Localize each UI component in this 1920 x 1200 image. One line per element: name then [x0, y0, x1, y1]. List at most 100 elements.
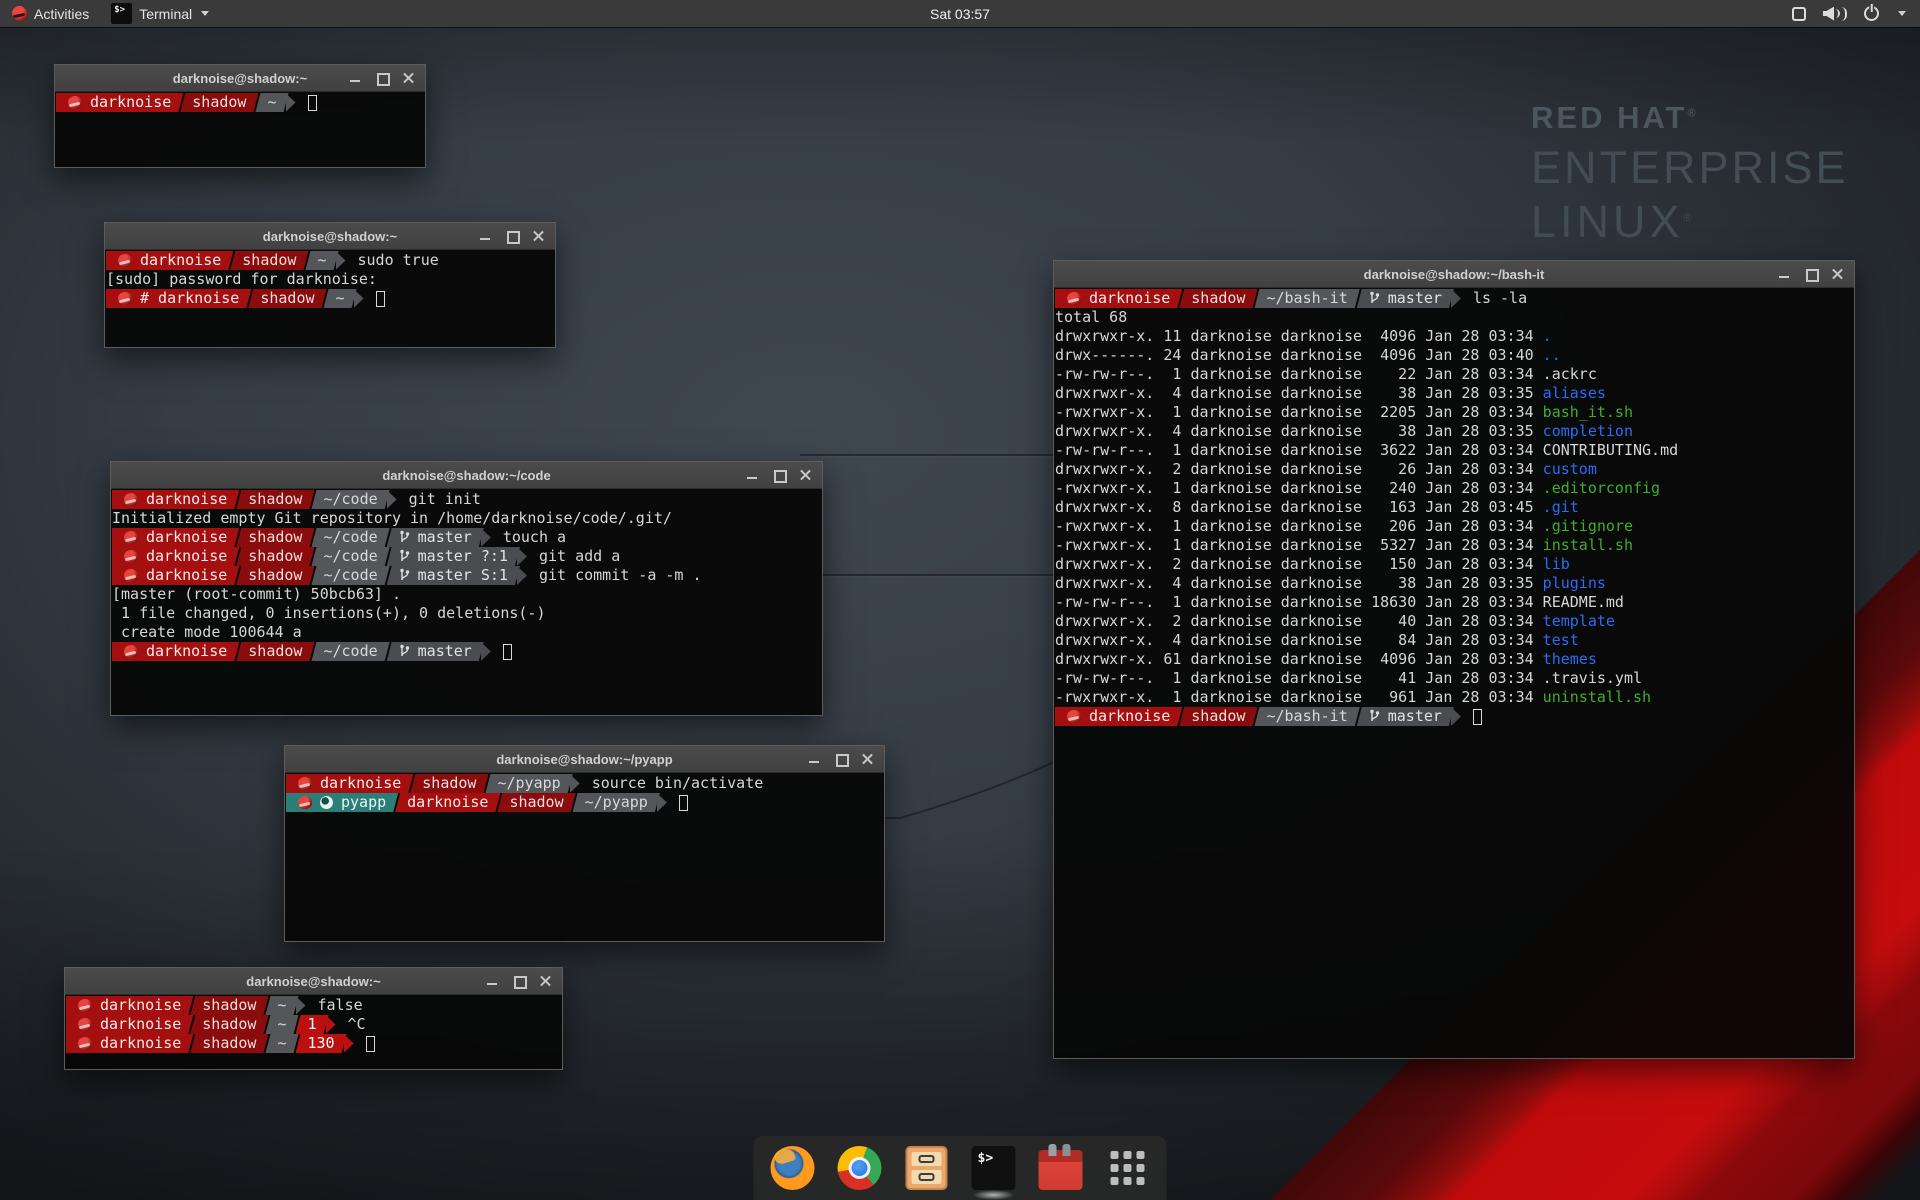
redhat-prompt-icon [78, 999, 92, 1012]
redhat-prompt-icon [118, 254, 132, 267]
terminal-output-line: create mode 100644 a [112, 623, 822, 642]
maximize-button[interactable] [506, 230, 518, 242]
prompt-segment-git: master [1357, 289, 1454, 308]
ls-row: -rwxrwxr-x. 1 darknoise darknoise 5327 J… [1055, 536, 1854, 555]
prompt-segment-text: darknoise [146, 566, 227, 585]
terminal-prompt-line: # darknoiseshadow~ [106, 289, 555, 308]
close-button[interactable] [862, 753, 874, 765]
window-titlebar[interactable]: darknoise@shadow:~ [55, 65, 425, 92]
close-button[interactable] [403, 72, 415, 84]
prompt-segment-host: shadow [236, 566, 314, 585]
prompt-segment-text: ~/bash-it [1266, 707, 1347, 726]
ls-row: drwxrwxr-x. 8 darknoise darknoise 163 Ja… [1055, 498, 1854, 517]
terminal-prompt-line: darknoiseshadow~false [66, 996, 562, 1015]
powerline-prompt: pyappdarknoiseshadow~/pyapp [286, 793, 667, 812]
prompt-segment-user: darknoise [395, 793, 500, 812]
minimize-button[interactable] [808, 753, 820, 765]
prompt-segment-path: ~ [255, 93, 288, 112]
minimize-button[interactable] [746, 469, 758, 481]
app-menu-terminal[interactable]: $> Terminal [101, 0, 219, 27]
window-title: darknoise@shadow:~ [246, 974, 380, 989]
prompt-segment-user: darknoise [66, 1034, 193, 1053]
close-button[interactable] [533, 230, 545, 242]
files-dock-icon[interactable] [904, 1145, 950, 1191]
terminal-body[interactable]: darknoiseshadow~falsedarknoiseshadow~1^C… [65, 995, 562, 1069]
prompt-segment-text: darknoise [320, 774, 401, 793]
maximize-button[interactable] [773, 469, 785, 481]
ls-file-name: plugins [1543, 574, 1606, 592]
prompt-segment-text: master [1388, 707, 1442, 726]
maximize-button[interactable] [835, 753, 847, 765]
close-button[interactable] [800, 469, 812, 481]
prompt-segment-path: ~ [305, 251, 338, 270]
window-titlebar[interactable]: darknoise@shadow:~/pyapp [285, 746, 884, 773]
terminal-prompt-line: darknoiseshadow~sudo true [106, 251, 555, 270]
terminal-cursor [1473, 709, 1482, 725]
ls-file-name: aliases [1543, 384, 1606, 402]
maximize-button[interactable] [1805, 268, 1817, 280]
terminal-prompt-line: darknoiseshadow~/bash-itmasterls -la [1055, 289, 1854, 308]
prompt-segment-host: shadow [230, 251, 308, 270]
prompt-segment-text: shadow [242, 251, 296, 270]
window-titlebar[interactable]: darknoise@shadow:~ [105, 223, 555, 250]
toolbox-dock-icon[interactable] [1038, 1145, 1084, 1191]
prompt-segment-text: darknoise [146, 642, 227, 661]
window-title: darknoise@shadow:~ [173, 71, 307, 86]
prompt-arrow-icon [481, 642, 491, 661]
app-grid-dock-icon[interactable] [1105, 1145, 1151, 1191]
terminal-body[interactable]: darknoiseshadow~/pyappsource bin/activat… [285, 773, 884, 941]
powerline-prompt: darknoiseshadow~ [106, 251, 346, 270]
firefox-dock-icon[interactable] [770, 1145, 816, 1191]
ls-file-name: uninstall.sh [1543, 688, 1651, 706]
window-buttons [349, 65, 415, 91]
minimize-button[interactable] [349, 72, 361, 84]
chrome-dock-icon[interactable] [837, 1145, 883, 1191]
close-button[interactable] [1832, 268, 1844, 280]
activities-button[interactable]: Activities [0, 0, 101, 27]
window-titlebar[interactable]: darknoise@shadow:~/bash-it [1054, 261, 1854, 288]
terminal-dock-icon[interactable]: $> [971, 1145, 1017, 1191]
terminal-body[interactable]: darknoise shadow ~ [55, 92, 425, 167]
window-titlebar[interactable]: darknoise@shadow:~/code [111, 462, 822, 489]
prompt-segment-user: darknoise [112, 528, 239, 547]
prompt-segment-host: shadow [236, 528, 314, 547]
system-status-area[interactable] [1792, 0, 1920, 27]
prompt-segment-text: master [1388, 289, 1442, 308]
ls-row-text: drwxrwxr-x. 8 darknoise darknoise 163 Ja… [1055, 498, 1543, 516]
prompt-segment-host: shadow [497, 793, 575, 812]
prompt-segment-user: darknoise [66, 996, 193, 1015]
rhel-branding: RED HAT® ENTERPRISE LINUX® [1531, 100, 1849, 248]
ls-row-text: -rwxrwxr-x. 1 darknoise darknoise 2205 J… [1055, 403, 1543, 421]
screen-icon [1792, 7, 1806, 21]
prompt-segment-status: 130 [296, 1034, 347, 1053]
ls-row-text: -rw-rw-r--. 1 darknoise darknoise 3622 J… [1055, 441, 1543, 459]
ls-row-text: -rwxrwxr-x. 1 darknoise darknoise 206 Ja… [1055, 517, 1543, 535]
clock[interactable]: Sat 03:57 [920, 0, 1000, 27]
terminal-body[interactable]: darknoiseshadow~sudo true[sudo] password… [105, 250, 555, 347]
terminal-body[interactable]: darknoiseshadow~/bash-itmasterls -latota… [1054, 288, 1854, 1058]
maximize-button[interactable] [376, 72, 388, 84]
app-grid-icon [1111, 1151, 1145, 1185]
prompt-segment-text: shadow [248, 547, 302, 566]
prompt-segment-text: darknoise [90, 93, 171, 112]
close-button[interactable] [540, 975, 552, 987]
minimize-button[interactable] [486, 975, 498, 987]
terminal-cursor [376, 291, 385, 307]
window-titlebar[interactable]: darknoise@shadow:~ [65, 968, 562, 995]
command-text: ^C [348, 1015, 366, 1034]
chevron-down-icon [201, 11, 209, 16]
prompt-segment-text: shadow [192, 93, 246, 112]
prompt-segment-path: ~ [265, 996, 298, 1015]
minimize-button[interactable] [1778, 268, 1790, 280]
prompt-arrow-icon [1451, 707, 1461, 726]
prompt-segment-host: shadow [190, 1034, 268, 1053]
maximize-button[interactable] [513, 975, 525, 987]
prompt-segment-text: shadow [422, 774, 476, 793]
window-title: darknoise@shadow:~ [263, 229, 397, 244]
drawer-bottom [912, 1170, 942, 1184]
ls-file-name: completion [1543, 422, 1633, 440]
terminal-body[interactable]: darknoiseshadow~/codegit initInitialized… [111, 489, 822, 715]
prompt-segment-host: shadow [1179, 707, 1257, 726]
ls-row-text: drwxrwxr-x. 61 darknoise darknoise 4096 … [1055, 650, 1543, 668]
minimize-button[interactable] [479, 230, 491, 242]
